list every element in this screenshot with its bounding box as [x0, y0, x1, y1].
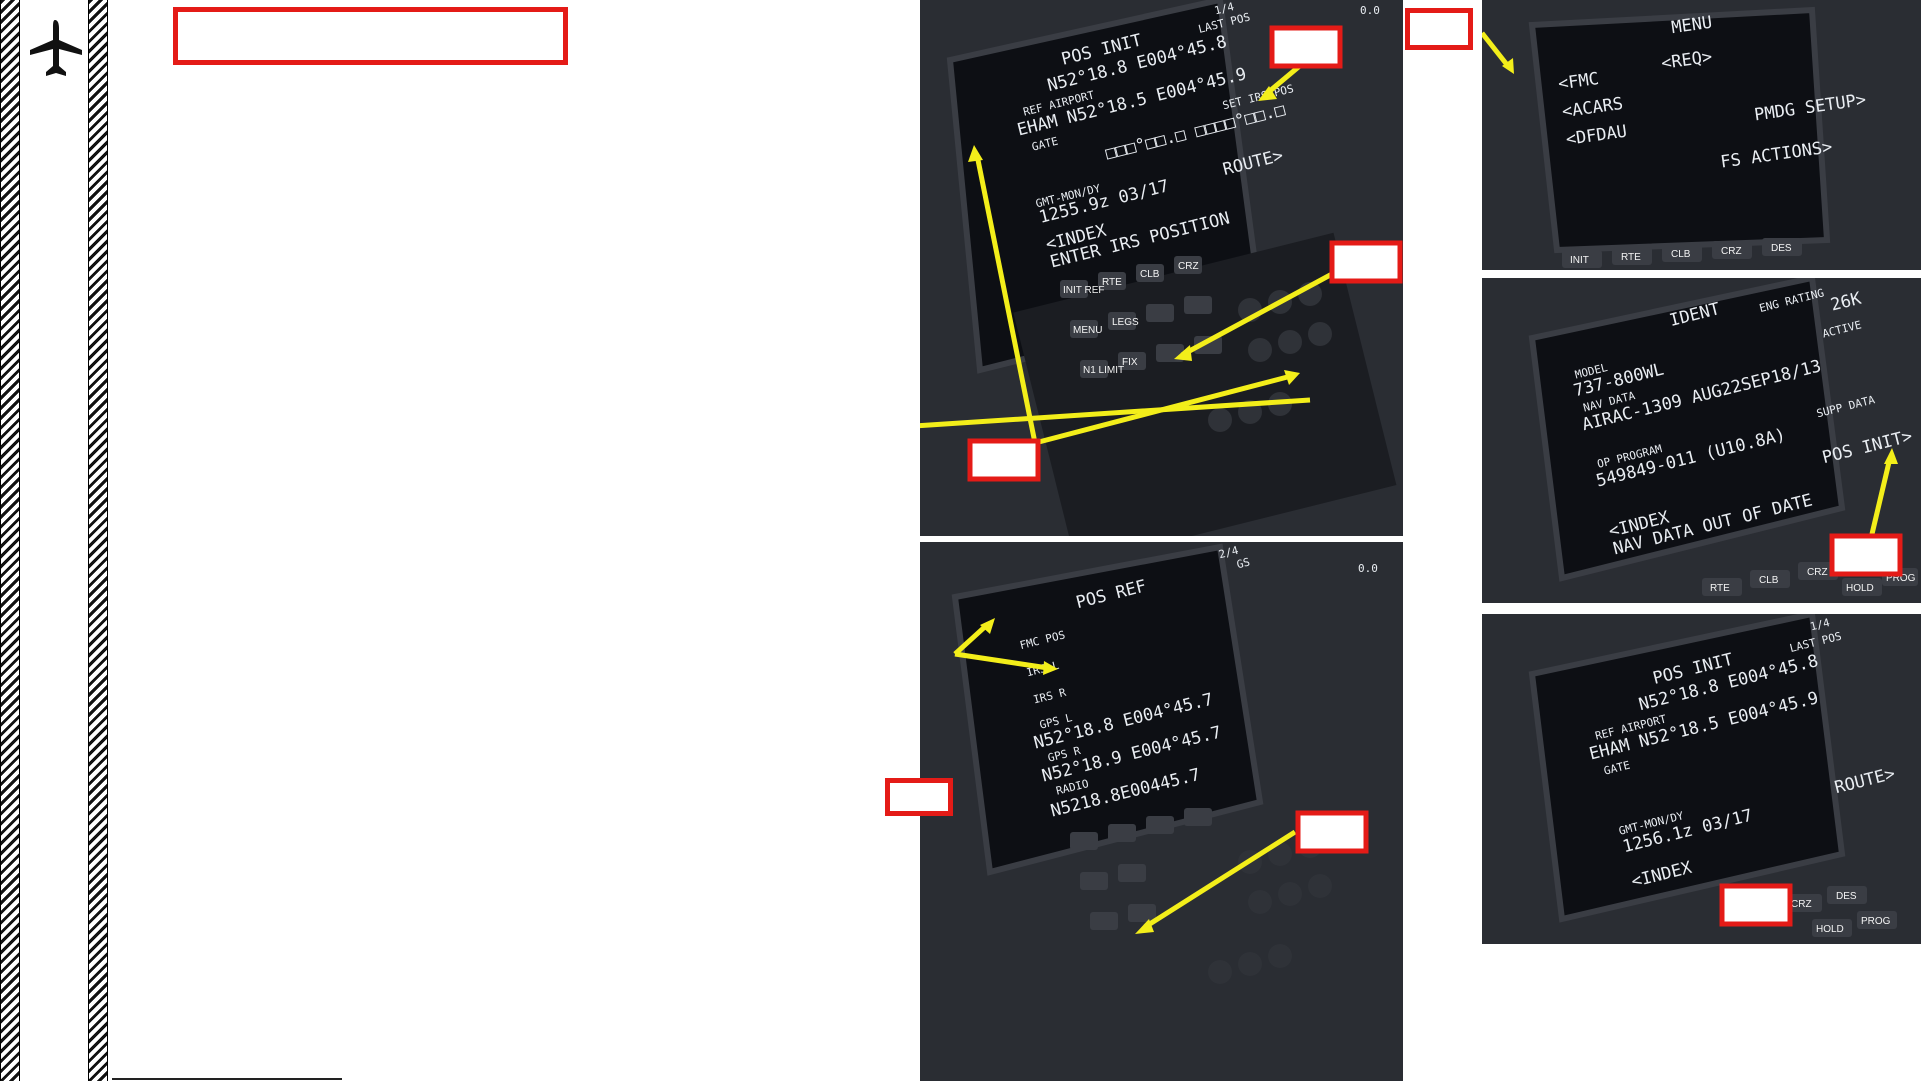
fmc-menu-panel: MENU <FMC <REQ> <ACARS <DFDAU PMDG SETUP…: [1482, 0, 1921, 270]
airplane-icon: [30, 20, 82, 76]
readout-top: 0.0: [1360, 4, 1380, 17]
fmc-pos-init-panel: POS INIT 1/4 LAST POS N52°18.8 E004°45.8…: [920, 0, 1403, 536]
key-label: CLB: [1671, 249, 1691, 260]
key-label: CRZ: [1791, 899, 1812, 910]
callout-box: [1719, 883, 1793, 927]
callout-box: [967, 438, 1041, 482]
key-label: INIT REF: [1063, 285, 1104, 296]
key-label: HOLD: [1816, 924, 1844, 935]
key-label: INIT: [1570, 255, 1589, 266]
right-hazard-stripe: [88, 0, 108, 1081]
callout-box: [885, 778, 953, 816]
key-label: RTE: [1710, 583, 1730, 594]
key-label: LEGS: [1112, 317, 1139, 328]
callout-box: [1829, 533, 1903, 577]
key-label: RTE: [1102, 277, 1122, 288]
key-label: CLB: [1759, 575, 1779, 586]
key-label: N1 LIMIT: [1083, 365, 1124, 376]
left-hazard-stripe: [0, 0, 20, 1081]
fmc-pos-ref-panel: POS REF 2/4 GS FMC POS IRS L IRS R GPS L…: [920, 542, 1403, 1081]
callout-box: [1329, 240, 1403, 284]
key-label: HOLD: [1846, 583, 1874, 594]
callout-box: [1295, 810, 1369, 854]
key-label: CRZ: [1807, 567, 1828, 578]
key-label: CLB: [1140, 269, 1160, 280]
fmc-pos-init-result-panel: POS INIT 1/4 LAST POS N52°18.8 E004°45.8…: [1482, 614, 1921, 944]
readout: 0.0: [1358, 562, 1378, 575]
key-label: FIX: [1122, 357, 1138, 368]
key-label: DES: [1836, 891, 1857, 902]
page-title-box: [173, 7, 568, 65]
key-label: MENU: [1073, 325, 1102, 336]
footer-line: [112, 1078, 342, 1080]
key-label: CRZ: [1721, 246, 1742, 257]
fmc-ident-panel: IDENT MODEL 737-800WL ENG RATING 26K NAV…: [1482, 278, 1921, 603]
key-label: DES: [1771, 243, 1792, 254]
key-label: PROG: [1861, 916, 1891, 927]
key-label: CRZ: [1178, 261, 1199, 272]
key-label: RTE: [1621, 252, 1641, 263]
callout-box: [1269, 25, 1343, 69]
callout-box: [1405, 8, 1473, 50]
